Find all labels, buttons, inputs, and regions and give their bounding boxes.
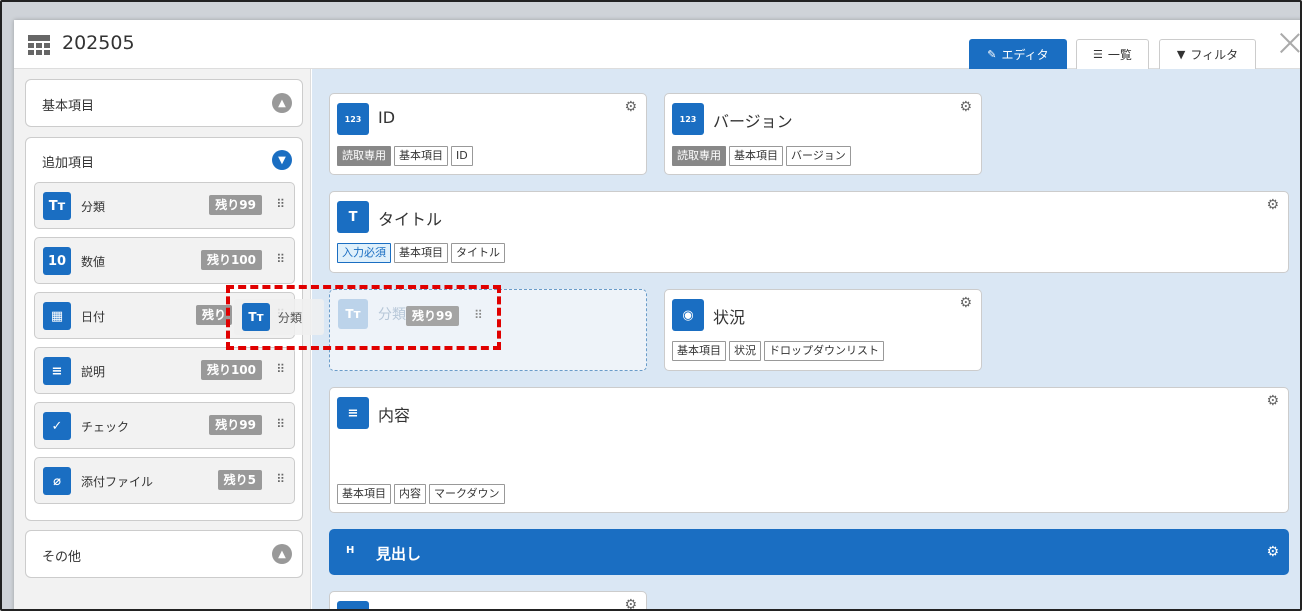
tag-readonly: 読取専用 xyxy=(672,146,726,166)
edit-icon: ✎ xyxy=(987,48,997,61)
tag-name: ID xyxy=(451,146,473,166)
gear-icon[interactable]: ⚙ xyxy=(1266,393,1279,409)
gear-icon[interactable]: ⚙ xyxy=(959,99,972,115)
field-card-version[interactable]: 123 バージョン ⚙ 読取専用 基本項目 バージョン xyxy=(664,93,982,175)
field-item-category[interactable]: Tт 分類 残り99 ⠿ xyxy=(34,182,295,229)
field-card-title: 内容 xyxy=(378,406,411,425)
window-header: 202505 ✎ エディタ ☰ 一覧 ▼ フィルタ xyxy=(14,20,1300,69)
field-card-title-label: タイトル xyxy=(378,210,443,229)
tag-type: マークダウン xyxy=(429,484,505,504)
tag-name: バージョン xyxy=(786,146,851,166)
tag-list: 読取専用 基本項目 バージョン xyxy=(672,146,851,166)
tab-editor-label: エディタ xyxy=(1001,48,1049,62)
tag-basic: 基本項目 xyxy=(337,484,391,504)
tab-filter[interactable]: ▼ フィルタ xyxy=(1159,39,1256,69)
field-card-title: バージョン xyxy=(713,112,793,131)
heading-title: 見出し xyxy=(376,545,422,563)
field-item-check[interactable]: ✓ チェック 残り99 ⠿ xyxy=(34,402,295,449)
text-type-icon: Tт xyxy=(43,192,71,220)
heading-icon: H xyxy=(346,545,355,556)
tag-basic: 基本項目 xyxy=(672,341,726,361)
tag-readonly: 読取専用 xyxy=(337,146,391,166)
editor-window: 202505 ✎ エディタ ☰ 一覧 ▼ フィルタ 基本項目 ▲ 追加項目 ▼ … xyxy=(14,20,1300,609)
field-item-label: 数値 xyxy=(81,255,106,269)
tag-basic: 基本項目 xyxy=(394,243,448,263)
accordion-extra-title: 追加項目 xyxy=(42,156,95,171)
tag-name: 状況 xyxy=(729,341,761,361)
chevron-up-icon[interactable]: ▲ xyxy=(272,93,292,113)
field-item-label: 日付 xyxy=(81,310,106,324)
page-title: 202505 xyxy=(62,32,135,54)
remain-badge: 残り99 xyxy=(209,415,262,435)
version-number-icon: 123 xyxy=(672,103,704,135)
gear-icon[interactable]: ⚙ xyxy=(624,99,637,115)
field-card-title: 状況 xyxy=(713,308,746,327)
tag-list: 入力必須 基本項目 タイトル xyxy=(337,243,505,263)
field-card-partial[interactable]: ⚙ xyxy=(329,591,647,609)
field-card-title: ID xyxy=(378,108,396,127)
field-item-attachment[interactable]: ⌀ 添付ファイル 残り5 ⠿ xyxy=(34,457,295,504)
screenshot-frame: 202505 ✎ エディタ ☰ 一覧 ▼ フィルタ 基本項目 ▲ 追加項目 ▼ … xyxy=(0,0,1302,611)
tag-list: 読取専用 基本項目 ID xyxy=(337,146,473,166)
field-item-number[interactable]: 10 数値 残り100 ⠿ xyxy=(34,237,295,284)
tag-type: ドロップダウンリスト xyxy=(764,341,884,361)
tag-basic: 基本項目 xyxy=(729,146,783,166)
calendar-icon: ▦ xyxy=(43,302,71,330)
tab-list-label: 一覧 xyxy=(1107,48,1132,62)
description-icon: ≡ xyxy=(43,357,71,385)
close-icon[interactable] xyxy=(1278,30,1300,54)
description-icon: ≡ xyxy=(337,397,369,429)
field-item-label: 説明 xyxy=(81,365,106,379)
field-card-id[interactable]: 123 ID ⚙ 読取専用 基本項目 ID xyxy=(329,93,647,175)
drag-handle-icon[interactable]: ⠿ xyxy=(276,472,285,486)
gear-icon[interactable]: ⚙ xyxy=(624,597,637,609)
field-card-title[interactable]: T タイトル ⚙ 入力必須 基本項目 タイトル xyxy=(329,191,1289,273)
id-number-icon: 123 xyxy=(337,103,369,135)
drag-handle-icon[interactable]: ⠿ xyxy=(276,197,285,211)
text-icon: T xyxy=(337,201,369,233)
remain-badge: 残り5 xyxy=(217,470,262,490)
field-card-status[interactable]: ◉ 状況 ⚙ 基本項目 状況 ドロップダウンリスト xyxy=(664,289,982,371)
drag-handle-icon[interactable]: ⠿ xyxy=(276,362,285,376)
chevron-down-icon[interactable]: ▼ xyxy=(272,150,292,170)
field-item-label: 分類 xyxy=(81,200,106,214)
field-item-label: チェック xyxy=(81,420,130,434)
tag-required: 入力必須 xyxy=(337,243,391,263)
remain-badge: 残り100 xyxy=(200,360,262,380)
accordion-basic-title: 基本項目 xyxy=(42,99,95,114)
field-item-label: 添付ファイル xyxy=(81,475,154,489)
remain-badge: 残り100 xyxy=(200,250,262,270)
drag-handle-icon[interactable]: ⠿ xyxy=(276,417,285,431)
chevron-up-icon[interactable]: ▲ xyxy=(272,544,292,564)
tab-list[interactable]: ☰ 一覧 xyxy=(1076,39,1149,69)
palette-icon: ◉ xyxy=(672,299,704,331)
tag-list: 基本項目 状況 ドロップダウンリスト xyxy=(672,341,884,361)
field-item-description[interactable]: ≡ 説明 残り100 ⠿ xyxy=(34,347,295,394)
filter-icon: ▼ xyxy=(1176,48,1186,61)
tag-name: 内容 xyxy=(394,484,426,504)
remain-badge: 残り99 xyxy=(209,195,262,215)
field-icon xyxy=(337,601,369,609)
annotation-highlight xyxy=(226,285,501,350)
tag-basic: 基本項目 xyxy=(394,146,448,166)
number-icon: 10 xyxy=(43,247,71,275)
accordion-basic[interactable]: 基本項目 ▲ xyxy=(25,79,303,127)
drag-handle-icon[interactable]: ⠿ xyxy=(276,252,285,266)
gear-icon[interactable]: ⚙ xyxy=(1266,544,1279,560)
tab-editor[interactable]: ✎ エディタ xyxy=(969,39,1067,69)
tag-list: 基本項目 内容 マークダウン xyxy=(337,484,505,504)
accordion-other[interactable]: その他 ▲ xyxy=(25,530,303,578)
heading-card[interactable]: H 見出し ⚙ xyxy=(329,529,1289,575)
list-icon: ☰ xyxy=(1093,48,1103,61)
paperclip-icon: ⌀ xyxy=(43,467,71,495)
gear-icon[interactable]: ⚙ xyxy=(959,295,972,311)
gear-icon[interactable]: ⚙ xyxy=(1266,197,1279,213)
check-icon: ✓ xyxy=(43,412,71,440)
table-icon xyxy=(28,35,50,55)
accordion-other-title: その他 xyxy=(42,550,82,565)
tag-name: タイトル xyxy=(451,243,505,263)
field-card-content[interactable]: ≡ 内容 ⚙ 基本項目 内容 マークダウン xyxy=(329,387,1289,513)
tab-filter-label: フィルタ xyxy=(1190,48,1239,62)
